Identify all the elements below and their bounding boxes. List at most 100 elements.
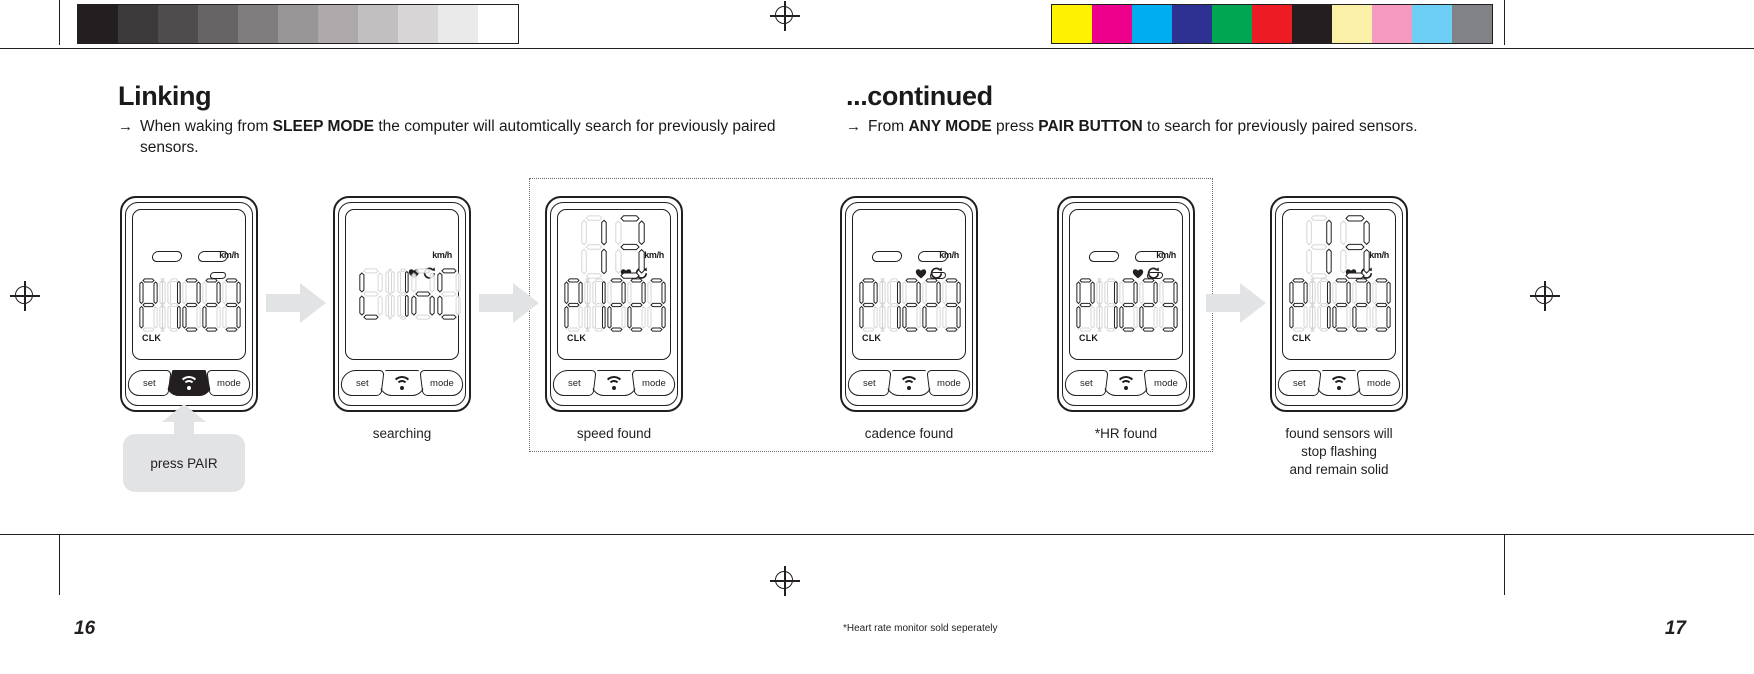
pair-wifi-icon — [899, 376, 919, 390]
device-solid-caption: found sensors will stop flashing and remai… — [1230, 425, 1448, 479]
lcd-digits — [1288, 278, 1392, 337]
lcd-segment-char — [1289, 278, 1308, 335]
set-button[interactable]: set — [126, 370, 172, 396]
mode-button[interactable]: mode — [1356, 370, 1402, 396]
device-button-row: set mode — [126, 369, 252, 399]
heart-icon — [1132, 269, 1144, 279]
pair-button[interactable] — [1316, 370, 1362, 396]
lcd-segment-char — [607, 278, 626, 335]
lcd-unit-kmh: km/h — [1369, 250, 1389, 260]
lcd-segment-char — [902, 278, 921, 335]
lcd-segment-char — [1372, 278, 1391, 335]
lcd-digits — [350, 268, 461, 327]
right-bullet-text: From ANY MODE press PAIR BUTTON to searc… — [868, 117, 1466, 138]
lcd-segment-char — [202, 278, 221, 335]
caption-line: stop flashing — [1301, 443, 1377, 459]
lcd-segment-char — [167, 278, 181, 335]
pair-button[interactable] — [591, 370, 637, 396]
left-bullet: → When waking from SLEEP MODE the comput… — [118, 117, 818, 159]
lcd-field-pill-left — [871, 251, 903, 262]
set-button[interactable]: set — [846, 370, 892, 396]
manual-spread: Linking → When waking from SLEEP MODE th… — [0, 0, 1754, 674]
device-searching-caption: searching — [293, 425, 511, 443]
set-button[interactable]: set — [1276, 370, 1322, 396]
mode-button[interactable]: mode — [1143, 370, 1189, 396]
set-button[interactable]: set — [339, 370, 385, 396]
device-button-row: set mode — [846, 369, 972, 399]
device-button-row: set mode — [1063, 369, 1189, 399]
lcd-segment-char — [627, 278, 646, 335]
lcd-segment-char — [159, 278, 166, 335]
mode-button[interactable]: mode — [631, 370, 677, 396]
lcd-field-pill-small — [209, 272, 227, 279]
device-lcd-screen: km/h CLK — [557, 209, 671, 360]
set-button[interactable]: set — [1063, 370, 1109, 396]
pair-button[interactable] — [1103, 370, 1149, 396]
right-bullet-mid: press — [991, 118, 1039, 136]
right-bullet-post: to search for previously paired sensors. — [1142, 118, 1418, 136]
caption-line: speed found — [576, 426, 652, 441]
bullet-arrow-icon: → — [118, 118, 133, 136]
lcd-digits — [1075, 278, 1179, 337]
caption-line: cadence found — [864, 426, 954, 441]
pair-button[interactable] — [166, 370, 212, 396]
device-button-row: set mode — [551, 369, 677, 399]
pair-wifi-icon — [1329, 376, 1349, 390]
lcd-unit-kmh: km/h — [939, 250, 959, 260]
left-column: Linking → When waking from SLEEP MODE th… — [118, 82, 818, 159]
press-pair-callout: press PAIR — [123, 434, 245, 492]
lcd-digits — [138, 278, 242, 337]
cadence-icon — [1147, 267, 1160, 279]
flow-arrow-icon-0 — [266, 283, 326, 323]
mode-button[interactable]: mode — [206, 370, 252, 396]
device-button-row: set mode — [1276, 369, 1402, 399]
left-bullet-text: When waking from SLEEP MODE the computer… — [140, 117, 818, 159]
mode-button[interactable]: mode — [419, 370, 465, 396]
lcd-segment-char — [592, 278, 606, 335]
lcd-segment-char — [1352, 278, 1371, 335]
right-bullet: → From ANY MODE press PAIR BUTTON to sea… — [846, 117, 1466, 138]
bullet-arrow-icon: → — [846, 118, 861, 136]
right-bullet-bold2: PAIR BUTTON — [1038, 118, 1143, 136]
lcd-unit-kmh: km/h — [219, 250, 239, 260]
device-lcd-screen: km/h CLK — [1282, 209, 1396, 360]
device-sleep: km/h CLK set mode — [120, 196, 258, 412]
lcd-segment-char — [1139, 278, 1158, 335]
right-column: ...continued → From ANY MODE press PAIR … — [846, 82, 1466, 138]
lcd-segment-char — [859, 278, 878, 335]
lcd-segment-char — [879, 278, 886, 335]
lcd-segment-char — [1096, 278, 1103, 335]
lcd-segment-char — [942, 278, 961, 335]
device-hr-found-caption: *HR found — [1017, 425, 1235, 443]
lcd-segment-char — [1076, 278, 1095, 335]
device-solid: km/h CLK set mode — [1270, 196, 1408, 412]
device-lcd-screen: km/h — [345, 209, 461, 360]
pair-wifi-icon — [1116, 376, 1136, 390]
lcd-segment-char — [359, 268, 383, 325]
device-cadence-found-caption: cadence found — [800, 425, 1018, 443]
page-title-continued: ...continued — [846, 81, 993, 111]
lcd-segment-char — [647, 278, 666, 335]
pair-wifi-icon — [179, 376, 199, 390]
lcd-segment-char — [411, 268, 435, 325]
pair-button[interactable] — [886, 370, 932, 396]
lcd-segment-char — [584, 278, 591, 335]
device-speed-found: km/h CLK set mode — [545, 196, 683, 412]
device-lcd-screen: km/h CLK — [132, 209, 246, 360]
set-button[interactable]: set — [551, 370, 597, 396]
device-hr-found: km/h CLK set mode — [1057, 196, 1195, 412]
device-lcd-screen: km/h CLK — [852, 209, 966, 360]
heart-icon — [915, 269, 927, 279]
footnote-hr-monitor: *Heart rate monitor sold seperately — [843, 623, 998, 634]
right-bullet-pre: From — [868, 118, 909, 136]
cadence-icon — [930, 267, 943, 279]
lcd-large-speed — [581, 215, 646, 283]
lcd-segment-char — [1317, 278, 1331, 335]
caption-line: and remain solid — [1289, 461, 1389, 477]
lcd-segment-char — [222, 278, 241, 335]
lcd-segment-char — [887, 278, 901, 335]
lcd-segment-char — [1104, 278, 1118, 335]
pair-button[interactable] — [379, 370, 425, 396]
page-number-right: 17 — [1664, 618, 1686, 639]
mode-button[interactable]: mode — [926, 370, 972, 396]
